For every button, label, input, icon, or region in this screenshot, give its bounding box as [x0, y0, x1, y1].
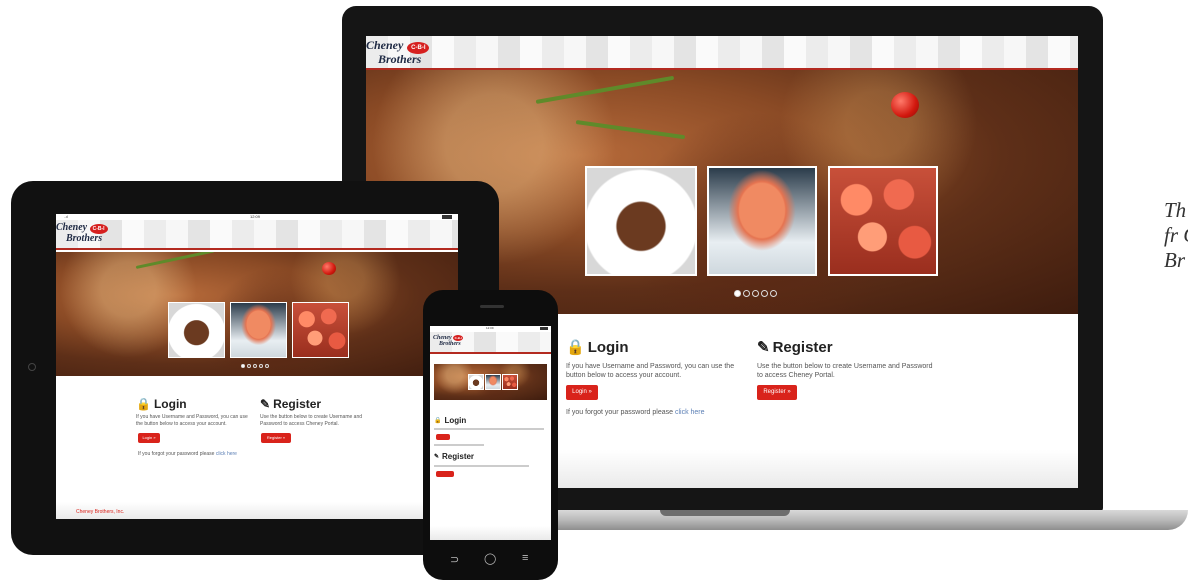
phone-status-bar: 12:09 [430, 326, 551, 331]
carousel-thumb-steak[interactable] [468, 374, 484, 390]
carousel-dot[interactable] [761, 290, 768, 297]
phone-speaker [480, 305, 504, 308]
brand-logo[interactable]: Cheney C-B-I Brothers [56, 223, 108, 244]
tomato-garnish [322, 262, 336, 275]
brand-logo[interactable]: Cheney C-B-I Brothers [366, 38, 430, 66]
battery-icon [540, 327, 548, 330]
carousel-dot[interactable] [247, 364, 251, 368]
carousel-dot[interactable] [259, 364, 263, 368]
pencil-icon: ✎ [757, 339, 770, 356]
carousel-thumb-peaches[interactable] [828, 166, 938, 276]
site-header: Cheney C-B-I Brothers [366, 36, 1078, 70]
carousel-thumb-salmon[interactable] [707, 166, 817, 276]
tomato-garnish [891, 92, 919, 118]
carousel-dot[interactable] [752, 290, 759, 297]
register-button[interactable]: Register » [261, 433, 291, 443]
brand-name-line1: Cheney [56, 222, 88, 233]
tablet-home-button[interactable] [28, 363, 36, 371]
register-button[interactable]: Register » [757, 385, 797, 400]
hero-banner [434, 364, 547, 400]
lock-icon: 🔒 [136, 397, 151, 411]
brand-name-line1: Cheney [366, 38, 404, 52]
carousel-dot[interactable] [265, 364, 269, 368]
carousel-indicators [734, 290, 777, 297]
status-time: 12:09 [486, 326, 494, 330]
brand-name-line2: Brothers [66, 233, 103, 244]
login-heading: 🔒 Login [136, 397, 187, 411]
login-description: If you have Username and Password, you c… [566, 363, 735, 380]
signal-icon: ..ıl [64, 214, 69, 219]
carousel-thumb-peaches[interactable] [292, 302, 349, 358]
forgot-password-link[interactable]: click here [216, 451, 237, 457]
side-caption: Th is fr Cl Br cu [1164, 198, 1188, 273]
login-heading: 🔒 Login [434, 416, 466, 425]
register-description [434, 465, 529, 467]
carousel-indicators [241, 364, 269, 368]
register-heading: ✎ Register [434, 452, 474, 461]
login-button[interactable] [436, 434, 450, 440]
register-description: Use the button below to create Username … [260, 414, 363, 427]
login-title: Login [444, 416, 467, 425]
register-button[interactable] [436, 471, 454, 477]
carousel-thumb-steak[interactable] [585, 166, 697, 276]
register-title: Register [772, 338, 833, 356]
back-button[interactable]: ⊃ [450, 553, 459, 566]
login-description [434, 428, 544, 430]
site-header: Cheney C-B-I Brothers [56, 220, 458, 250]
forgot-password-text: If you forgot your password please click… [566, 408, 705, 417]
forgot-password-text [434, 444, 484, 446]
register-title: Register [273, 397, 322, 411]
carousel-dot[interactable] [253, 364, 257, 368]
register-heading: ✎ Register [260, 397, 321, 411]
pencil-icon: ✎ [434, 454, 440, 460]
lock-icon: 🔒 [566, 339, 585, 356]
register-title: Register [442, 452, 475, 461]
login-description: If you have Username and Password, you c… [136, 414, 248, 427]
carousel-thumb-peaches[interactable] [502, 374, 518, 390]
tablet-screen: ..ıl 12:09 Cheney C-B-I Brothers 🔒 Login… [56, 214, 458, 519]
brand-name-line2: Brothers [378, 52, 422, 66]
brand-logo[interactable]: Cheney C-B-I Brothers [433, 335, 464, 347]
login-button[interactable]: Login » [566, 385, 598, 400]
login-title: Login [587, 338, 629, 356]
register-heading: ✎ Register [757, 338, 833, 357]
laptop-hinge-notch [660, 510, 790, 516]
battery-icon [442, 215, 452, 219]
carousel-thumb-steak[interactable] [168, 302, 225, 358]
forgot-password-text: If you forgot your password please click… [138, 451, 237, 458]
phone-screen: 12:09 Cheney C-B-I Brothers 🔒 Login ✎ Re… [430, 326, 551, 540]
site-footer: Cheney Brothers, Inc. [56, 502, 458, 519]
login-button[interactable]: Login » [138, 433, 160, 443]
footer-copyright: Cheney Brothers, Inc. [76, 509, 125, 515]
login-title: Login [153, 397, 187, 411]
brand-name-line2: Brothers [439, 340, 461, 347]
carousel-dot[interactable] [734, 290, 741, 297]
lock-icon: 🔒 [434, 418, 442, 424]
status-time: 12:09 [250, 214, 261, 219]
home-button[interactable]: ◯ [484, 552, 496, 565]
login-heading: 🔒 Login [566, 338, 629, 357]
carousel-thumb-salmon[interactable] [485, 374, 501, 390]
site-footer [430, 526, 551, 540]
forgot-password-prefix: If you forgot your password please [138, 451, 215, 457]
hero-banner [56, 252, 458, 376]
register-description: Use the button below to create Username … [757, 363, 933, 380]
forgot-password-prefix: If you forgot your password please [566, 409, 674, 416]
carousel-dot[interactable] [770, 290, 777, 297]
pencil-icon: ✎ [260, 397, 271, 411]
forgot-password-link[interactable]: click here [675, 409, 705, 416]
menu-button[interactable]: ≡ [522, 552, 528, 564]
carousel-dot[interactable] [743, 290, 750, 297]
carousel-thumb-salmon[interactable] [230, 302, 287, 358]
site-header: Cheney C-B-I Brothers [430, 332, 551, 354]
carousel-dot[interactable] [241, 364, 245, 368]
